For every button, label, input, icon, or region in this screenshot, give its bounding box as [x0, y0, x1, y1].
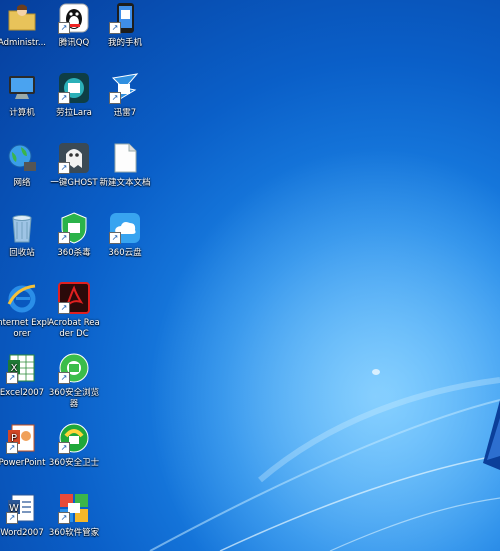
desktop-icon-new-text-document[interactable]: 新建文本文档 — [97, 142, 153, 189]
desktop-icon-label: Internet Explorer — [0, 318, 50, 339]
desktop-icon-administrator[interactable]: Administr... — [0, 2, 50, 49]
recycle-bin-icon — [6, 212, 38, 244]
shortcut-arrow-icon: ↗ — [58, 442, 70, 454]
shortcut-arrow-icon: ↗ — [58, 372, 70, 384]
shortcut-arrow-icon: ↗ — [58, 92, 70, 104]
desktop-icon-label: 新建文本文档 — [99, 178, 151, 188]
desktop-icon-powerpoint[interactable]: P ↗ PowerPoint — [0, 422, 50, 469]
desktop-icon-word[interactable]: W ↗ Word2007 — [0, 492, 50, 539]
desktop-icon-label: 360安全浏览器 — [48, 388, 100, 409]
shortcut-arrow-icon: ↗ — [109, 232, 121, 244]
desktop-icon-qq[interactable]: ↗ 腾讯QQ — [46, 2, 102, 49]
desktop-icon-label: Excel2007 — [0, 388, 45, 398]
phone-icon: ↗ — [109, 2, 141, 34]
desktop-icon-internet-explorer[interactable]: Internet Explorer — [0, 282, 50, 340]
desktop-icon-label: Administr... — [0, 38, 47, 48]
shortcut-arrow-icon: ↗ — [109, 92, 121, 104]
ghost-icon: ↗ — [58, 142, 90, 174]
desktop[interactable]: Administr... ↗ 腾讯QQ ↗ 我的手机 计算机 ↗ 劳拉Lara … — [0, 0, 500, 551]
desktop-icon-label: PowerPoint — [0, 458, 46, 468]
user-folder-icon — [6, 2, 38, 34]
desktop-icon-network[interactable]: 网络 — [0, 142, 50, 189]
desktop-icon-360-browser[interactable]: ↗ 360安全浏览器 — [46, 352, 102, 410]
shortcut-arrow-icon: ↗ — [6, 372, 18, 384]
computer-icon — [6, 72, 38, 104]
desktop-icon-ghost[interactable]: ↗ 一键GHOST — [46, 142, 102, 189]
360-cloud-icon: ↗ — [109, 212, 141, 244]
desktop-icon-label: 计算机 — [9, 108, 35, 118]
desktop-icon-label: 我的手机 — [107, 38, 142, 48]
desktop-icon-label: 360杀毒 — [57, 248, 91, 258]
desktop-icon-label: Word2007 — [0, 528, 44, 538]
desktop-icon-recycle-bin[interactable]: 回收站 — [0, 212, 50, 259]
desktop-icon-thunder[interactable]: ↗ 迅雷7 — [97, 72, 153, 119]
desktop-icon-lara[interactable]: ↗ 劳拉Lara — [46, 72, 102, 119]
shortcut-arrow-icon: ↗ — [109, 22, 121, 34]
desktop-icon-computer[interactable]: 计算机 — [0, 72, 50, 119]
desktop-icon-excel[interactable]: X ↗ Excel2007 — [0, 352, 50, 399]
network-globe-icon — [6, 142, 38, 174]
desktop-icon-label: 劳拉Lara — [56, 108, 92, 118]
qq-penguin-icon: ↗ — [58, 2, 90, 34]
text-document-icon — [109, 142, 141, 174]
desktop-icon-label: 回收站 — [9, 248, 35, 258]
desktop-icon-label: 360软件管家 — [48, 528, 100, 538]
lara-icon: ↗ — [58, 72, 90, 104]
shortcut-arrow-icon: ↗ — [58, 232, 70, 244]
desktop-icon-label: 360云盘 — [108, 248, 142, 258]
word-icon: W ↗ — [6, 492, 38, 524]
desktop-icon-label: 腾讯QQ — [58, 38, 90, 48]
shortcut-arrow-icon: ↗ — [58, 302, 70, 314]
excel-icon: X ↗ — [6, 352, 38, 384]
desktop-icon-label: 360安全卫士 — [48, 458, 100, 468]
acrobat-reader-icon: ↗ — [58, 282, 90, 314]
360-antivirus-icon: ↗ — [58, 212, 90, 244]
360-software-manager-icon: ↗ — [58, 492, 90, 524]
desktop-icon-360-security[interactable]: ↗ 360安全卫士 — [46, 422, 102, 469]
shortcut-arrow-icon: ↗ — [58, 22, 70, 34]
desktop-icon-360-antivirus[interactable]: ↗ 360杀毒 — [46, 212, 102, 259]
360-security-icon: ↗ — [58, 422, 90, 454]
desktop-icon-label: 网络 — [13, 178, 31, 188]
desktop-icon-acrobat-reader[interactable]: ↗ Acrobat Reader DC — [46, 282, 102, 340]
desktop-icon-360-software-manager[interactable]: ↗ 360软件管家 — [46, 492, 102, 539]
powerpoint-icon: P ↗ — [6, 422, 38, 454]
shortcut-arrow-icon: ↗ — [58, 512, 70, 524]
shortcut-arrow-icon: ↗ — [58, 162, 70, 174]
desktop-icon-360-cloud[interactable]: ↗ 360云盘 — [97, 212, 153, 259]
internet-explorer-icon — [6, 282, 38, 314]
360-browser-icon: ↗ — [58, 352, 90, 384]
desktop-icon-label: 迅雷7 — [113, 108, 137, 118]
desktop-icon-label: 一键GHOST — [50, 178, 98, 188]
shortcut-arrow-icon: ↗ — [6, 512, 18, 524]
desktop-icon-my-phone[interactable]: ↗ 我的手机 — [97, 2, 153, 49]
shortcut-arrow-icon: ↗ — [6, 442, 18, 454]
desktop-icon-label: Acrobat Reader DC — [48, 318, 100, 339]
thunder-icon: ↗ — [109, 72, 141, 104]
